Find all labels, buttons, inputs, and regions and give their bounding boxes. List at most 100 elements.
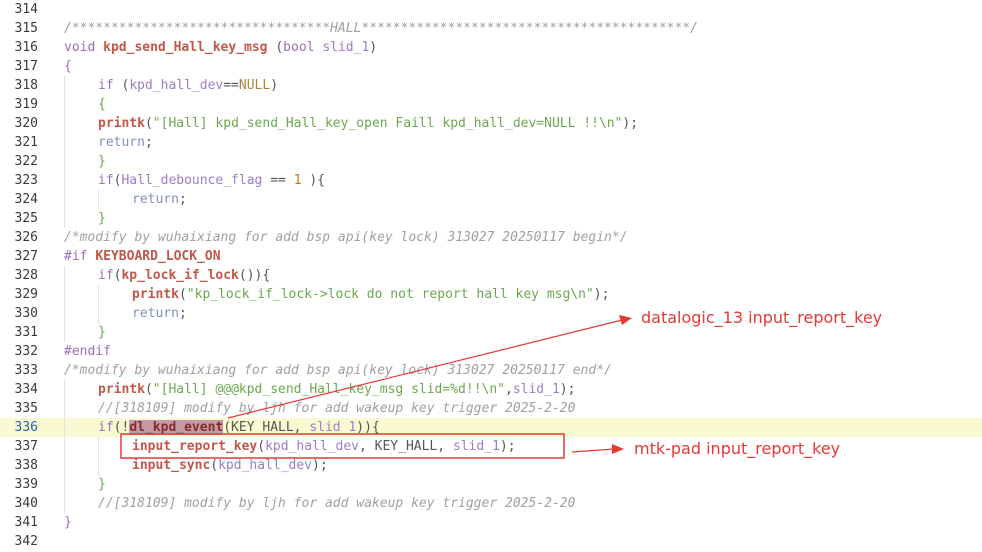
code-token: input_sync bbox=[132, 458, 211, 473]
code-token: kpd_hall_dev bbox=[129, 78, 224, 93]
code-line[interactable]: 322} bbox=[0, 152, 982, 171]
indent-guide bbox=[64, 152, 65, 171]
code-token: (KEY_HALL, bbox=[223, 420, 310, 435]
code-line[interactable]: 317 { bbox=[0, 57, 982, 76]
line-number: 317 bbox=[14, 59, 38, 74]
code-line[interactable]: 327 #if KEYBOARD_LOCK_ON bbox=[0, 247, 982, 266]
code-token: if bbox=[98, 173, 114, 188]
code-text: input_report_key(kpd_hall_dev, KEY_HALL,… bbox=[132, 437, 516, 456]
code-line[interactable]: 341} bbox=[0, 513, 982, 532]
code-line[interactable]: 320 printk("[Hall] kpd_send_Hall_key_open… bbox=[0, 114, 982, 133]
indent-guide bbox=[64, 304, 65, 323]
code-line[interactable]: 332 #endif bbox=[0, 342, 982, 361]
code-token: ); bbox=[593, 287, 610, 302]
indent-guide bbox=[64, 266, 65, 285]
line-number: 337 bbox=[14, 439, 38, 454]
code-text: return; bbox=[132, 190, 187, 209]
line-number: 335 bbox=[14, 401, 38, 416]
code-line[interactable]: 316 void kpd_send_Hall_key_msg (bool slid… bbox=[0, 38, 982, 57]
code-token: ( bbox=[144, 116, 153, 131]
code-token: printk bbox=[98, 116, 145, 131]
code-line[interactable]: 324 return; bbox=[0, 190, 982, 209]
code-token: ( bbox=[275, 40, 284, 55]
code-line[interactable]: 336 if(!dl_kpd_event(KEY_HALL, slid_1)){ bbox=[0, 418, 982, 437]
line-number: 338 bbox=[14, 458, 38, 473]
code-line[interactable]: 342 bbox=[0, 532, 982, 551]
indent-guide bbox=[98, 304, 99, 323]
code-line[interactable]: 314 bbox=[0, 0, 982, 19]
code-line[interactable]: 329 printk("kp_lock_if_lock->lock do not … bbox=[0, 285, 982, 304]
code-token: return bbox=[132, 306, 179, 321]
code-line[interactable]: 318 if (kpd_hall_dev==NULL) bbox=[0, 76, 982, 95]
code-token: } bbox=[64, 515, 72, 530]
indent-guide bbox=[64, 437, 65, 456]
code-token: printk bbox=[98, 382, 145, 397]
code-line[interactable]: 339} bbox=[0, 475, 982, 494]
code-text: void kpd_send_Hall_key_msg (bool slid_1) bbox=[64, 38, 377, 57]
code-text: /*modify by wuhaixiang for add bsp api(k… bbox=[64, 228, 628, 247]
code-line[interactable]: 334 printk("[Hall] @@@kpd_send_Hall_key_m… bbox=[0, 380, 982, 399]
indent-guide bbox=[64, 494, 65, 513]
code-text: if(Hall_debounce_flag == 1 ){ bbox=[98, 171, 325, 190]
code-token: 1 bbox=[293, 173, 302, 188]
line-number: 334 bbox=[14, 382, 38, 397]
code-token: slid_1 bbox=[452, 439, 500, 454]
code-line[interactable]: 340 //[318109] modify by ljh for add wake… bbox=[0, 494, 982, 513]
code-text: } bbox=[98, 475, 106, 494]
selected-token: dl_kpd_event bbox=[129, 420, 224, 435]
line-number: 325 bbox=[14, 211, 38, 226]
code-text: //[318109] modify by ljh for add wakeup … bbox=[98, 494, 575, 513]
line-number: 322 bbox=[14, 154, 38, 169]
code-text: } bbox=[98, 323, 106, 342]
code-line[interactable]: 335 //[318109] modify by ljh for add wake… bbox=[0, 399, 982, 418]
code-line[interactable]: 328 if(kp_lock_if_lock()){ bbox=[0, 266, 982, 285]
code-token: //[318109] modify by ljh for add wakeup … bbox=[98, 401, 576, 416]
code-text: { bbox=[98, 95, 106, 114]
line-number: 326 bbox=[14, 230, 38, 245]
code-token: (! bbox=[113, 420, 130, 435]
code-line[interactable]: 323 if(Hall_debounce_flag == 1 ){ bbox=[0, 171, 982, 190]
code-token: ; bbox=[178, 192, 187, 207]
code-line[interactable]: 338 input_sync(kpd_hall_dev); bbox=[0, 456, 982, 475]
code-text: if(kp_lock_if_lock()){ bbox=[98, 266, 270, 285]
code-token: KEYBOARD_LOCK_ON bbox=[95, 249, 221, 264]
code-token: ; bbox=[178, 306, 187, 321]
code-editor[interactable]: 314 315 /*********************************… bbox=[0, 0, 982, 552]
code-line[interactable]: 333 /*modify by wuhaixiang for add bsp ap… bbox=[0, 361, 982, 380]
code-token: == bbox=[223, 78, 239, 93]
code-line[interactable]: 319 { bbox=[0, 95, 982, 114]
code-token: ) bbox=[270, 78, 279, 93]
code-token: ; bbox=[144, 135, 153, 150]
code-token: ); bbox=[499, 439, 516, 454]
line-number: 315 bbox=[14, 21, 38, 36]
indent-guide bbox=[64, 114, 65, 133]
line-number: 319 bbox=[14, 97, 38, 112]
line-number: 324 bbox=[14, 192, 38, 207]
code-token: ); bbox=[559, 382, 576, 397]
code-text: } bbox=[98, 152, 106, 171]
indent-guide bbox=[64, 380, 65, 399]
code-line[interactable]: 326 /*modify by wuhaixiang for add bsp ap… bbox=[0, 228, 982, 247]
code-token: if bbox=[98, 268, 114, 283]
code-token: ( bbox=[178, 287, 187, 302]
code-token: //[318109] modify by ljh for add wakeup … bbox=[98, 496, 576, 511]
code-line[interactable]: 321 return; bbox=[0, 133, 982, 152]
code-line[interactable]: 315 /*********************************HAL… bbox=[0, 19, 982, 38]
line-number: 332 bbox=[14, 344, 38, 359]
code-line[interactable]: 325} bbox=[0, 209, 982, 228]
indent-guide bbox=[98, 285, 99, 304]
code-token: , bbox=[505, 382, 513, 397]
code-token: if bbox=[98, 420, 114, 435]
code-token: ( bbox=[144, 382, 153, 397]
code-token: ) bbox=[369, 40, 378, 55]
indent-guide bbox=[64, 190, 65, 209]
code-token: ()){ bbox=[238, 268, 271, 283]
code-text: { bbox=[64, 57, 72, 76]
code-token: bool bbox=[283, 40, 323, 55]
code-text: printk("[Hall] @@@kpd_send_Hall_key_msg … bbox=[98, 380, 575, 399]
line-number: 328 bbox=[14, 268, 38, 283]
code-text: if(!dl_kpd_event(KEY_HALL, slid_1)){ bbox=[98, 418, 380, 437]
code-text: input_sync(kpd_hall_dev); bbox=[132, 456, 328, 475]
code-token: ); bbox=[312, 458, 328, 473]
indent-guide bbox=[64, 285, 65, 304]
